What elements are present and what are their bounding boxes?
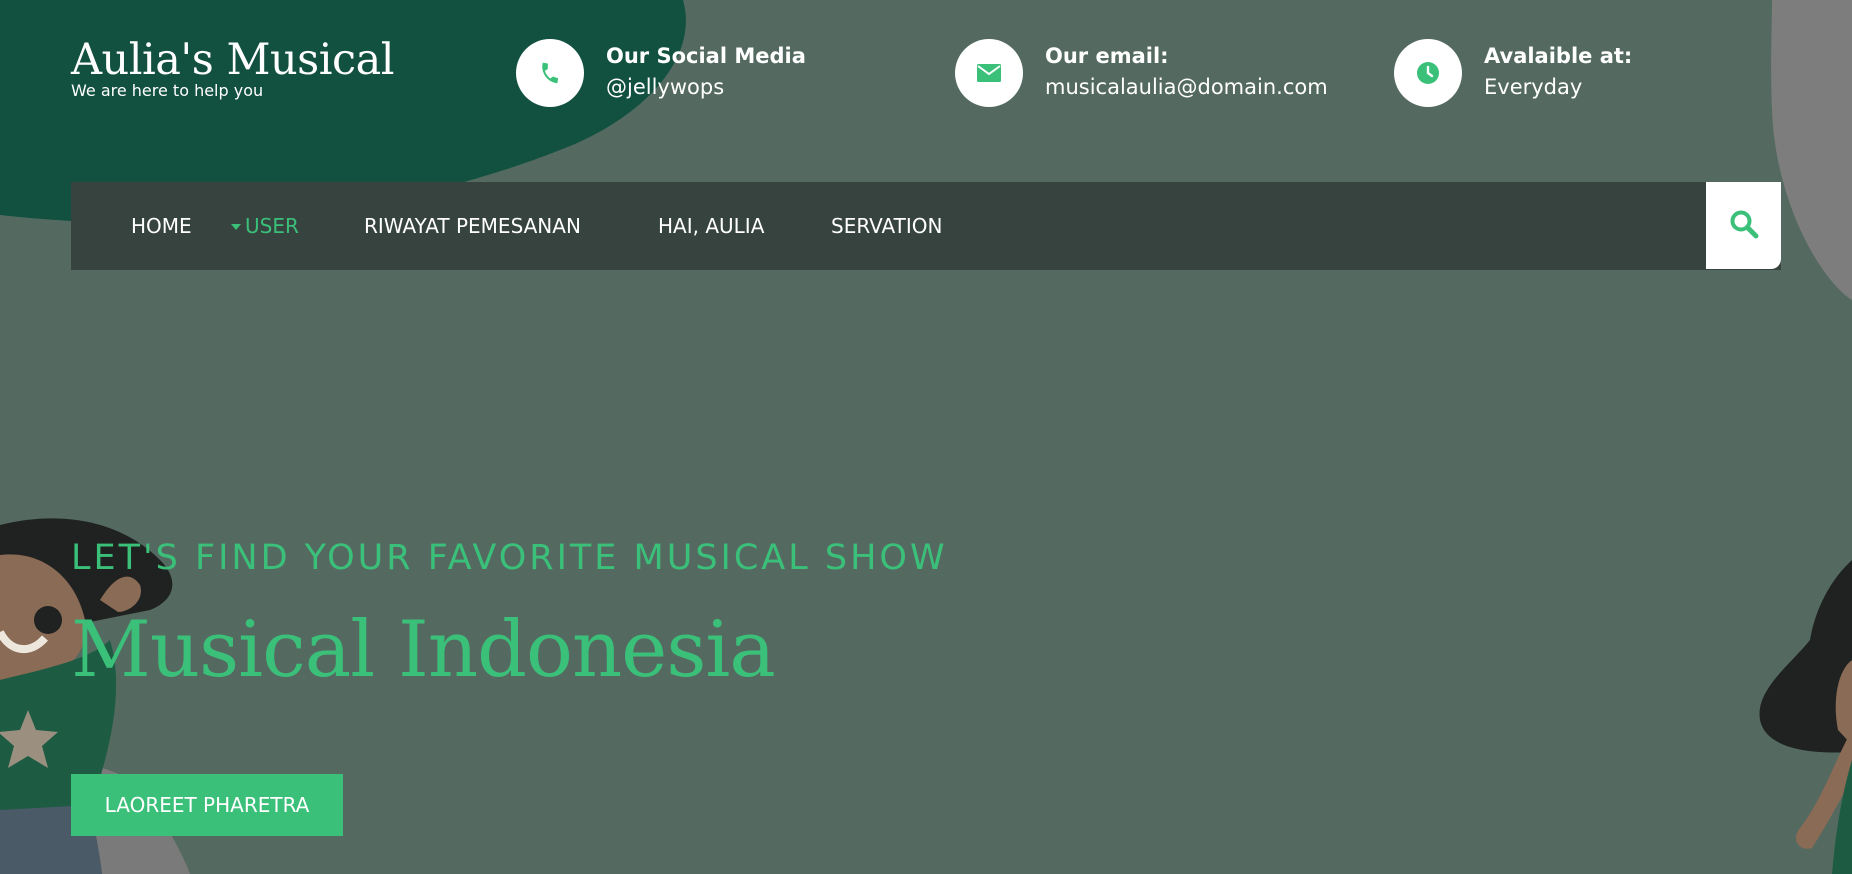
contact-label: Avalaible at:: [1484, 44, 1633, 68]
phone-icon: [516, 39, 584, 107]
clock-icon: [1394, 39, 1462, 107]
main-nav: HOME USER RIWAYAT PEMESANAN HAI, AULIA S…: [71, 182, 1781, 270]
nav-item-home[interactable]: HOME: [131, 182, 192, 270]
envelope-icon: [955, 39, 1023, 107]
hero-title: Musical Indonesia: [71, 605, 776, 695]
contact-label: Our email:: [1045, 44, 1169, 68]
nav-item-reservation[interactable]: SERVATION: [831, 182, 942, 270]
nav-item-label: USER: [245, 214, 299, 238]
nav-item-account[interactable]: HAI, AULIA: [658, 182, 764, 270]
contact-value[interactable]: musicalaulia@domain.com: [1045, 70, 1328, 104]
background-decoration: [0, 0, 1852, 874]
caret-down-icon: [231, 223, 241, 230]
contact-email: Our email: musicalaulia@domain.com: [955, 39, 1328, 107]
contact-social-media: Our Social Media @jellywops: [516, 39, 806, 107]
search-button[interactable]: [1706, 182, 1781, 269]
contact-value: Everyday: [1484, 75, 1583, 99]
search-icon: [1729, 209, 1759, 243]
nav-item-riwayat-pemesanan[interactable]: RIWAYAT PEMESANAN: [364, 182, 581, 270]
nav-item-user[interactable]: USER: [231, 182, 299, 270]
site-title: Aulia's Musical: [71, 35, 394, 85]
contact-label: Our Social Media: [606, 44, 806, 68]
hero-cta-button[interactable]: LAOREET PHARETRA: [71, 774, 343, 836]
hero-eyebrow: LET'S FIND YOUR FAVORITE MUSICAL SHOW: [71, 538, 948, 578]
contact-availability: Avalaible at: Everyday: [1394, 39, 1632, 107]
contact-value[interactable]: @jellywops: [606, 70, 806, 104]
girl-illustration-right: [1759, 560, 1852, 874]
brand[interactable]: Aulia's Musical We are here to help you: [71, 36, 394, 100]
